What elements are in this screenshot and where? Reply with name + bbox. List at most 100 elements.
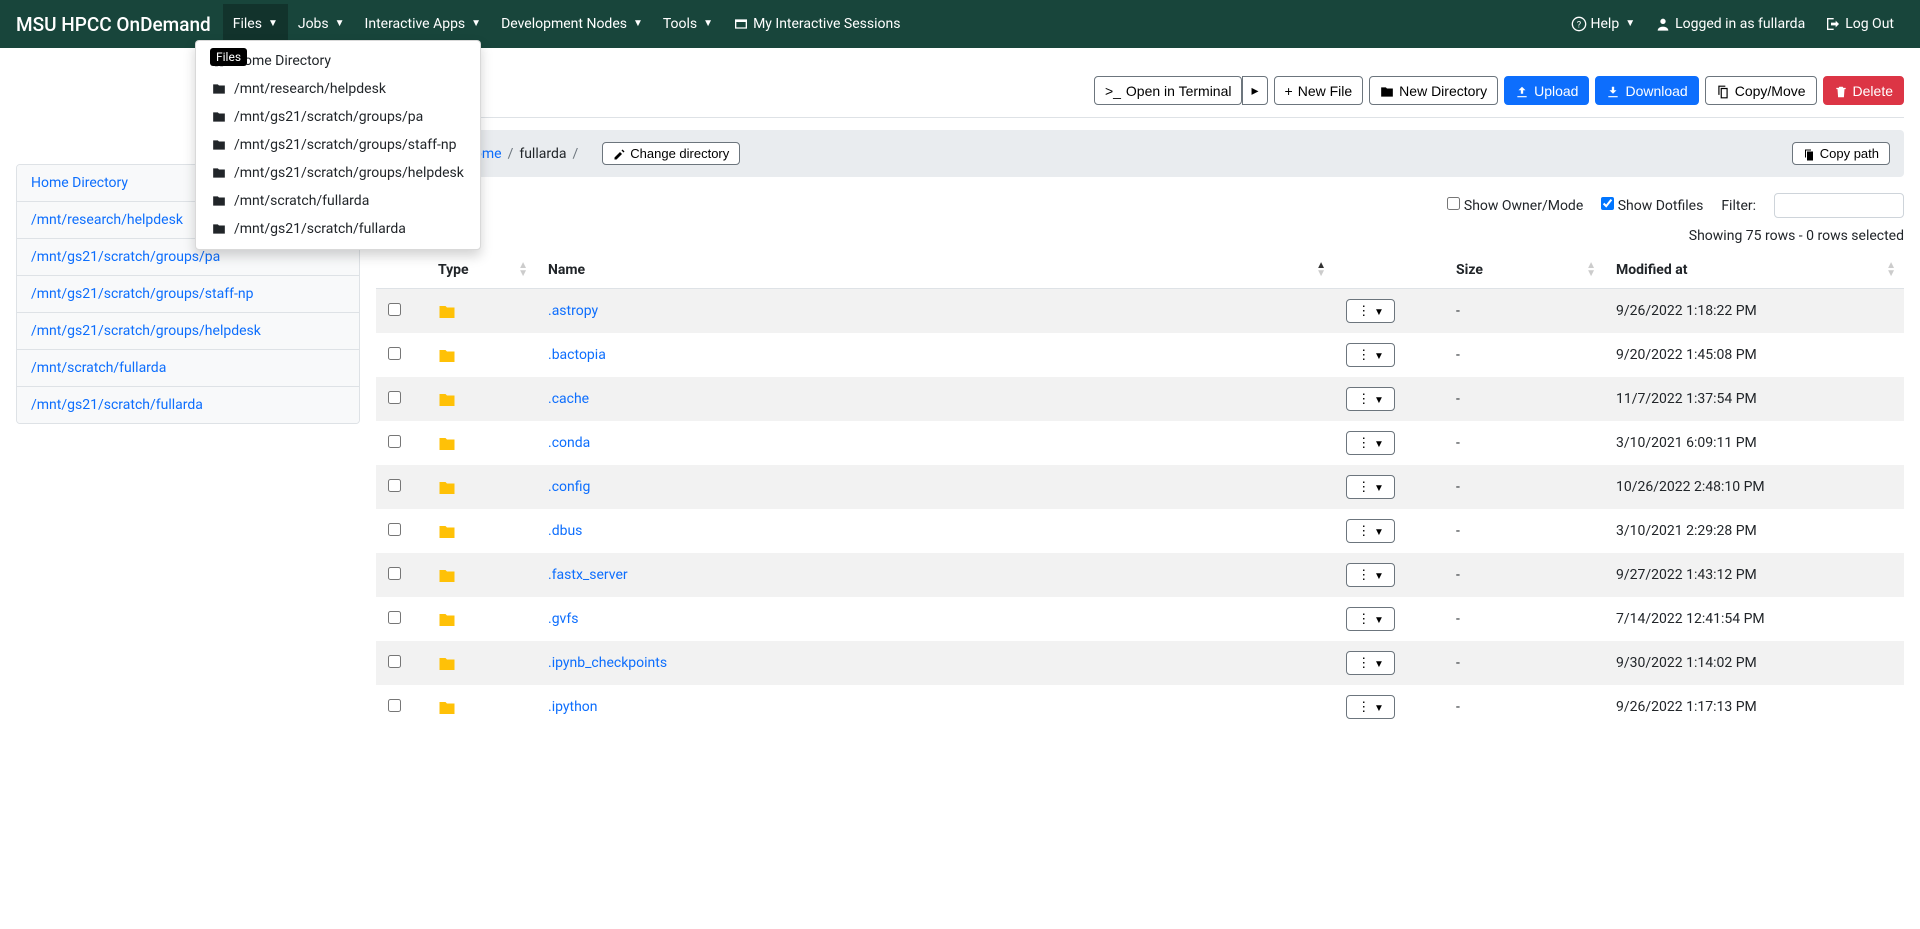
filter-label: Filter:	[1721, 198, 1756, 214]
brand[interactable]: MSU HPCC OnDemand	[16, 13, 211, 36]
dropdown-item[interactable]: /mnt/scratch/fullarda	[196, 187, 480, 215]
file-size: -	[1444, 685, 1604, 729]
row-actions-button[interactable]: ⋮ ▼	[1346, 387, 1395, 411]
row-checkbox[interactable]	[388, 435, 401, 448]
show-owner-toggle[interactable]: Show Owner/Mode	[1447, 197, 1583, 214]
dropdown-item[interactable]: /mnt/research/helpdesk	[196, 75, 480, 103]
dropdown-item[interactable]: /mnt/gs21/scratch/groups/helpdesk	[196, 159, 480, 187]
row-checkbox[interactable]	[388, 479, 401, 492]
name-header-label: Name	[548, 262, 585, 278]
logout-icon	[1825, 16, 1841, 32]
row-checkbox[interactable]	[388, 699, 401, 712]
file-modified: 9/26/2022 1:17:13 PM	[1604, 685, 1904, 729]
folder-icon	[212, 81, 226, 97]
download-button[interactable]: Download	[1595, 76, 1698, 105]
file-name-link[interactable]: .astropy	[548, 303, 598, 319]
dropdown-item[interactable]: /mnt/gs21/scratch/groups/pa	[196, 103, 480, 131]
download-label: Download	[1625, 83, 1687, 99]
dropdown-item[interactable]: /mnt/gs21/scratch/groups/staff-np	[196, 131, 480, 159]
change-directory-button[interactable]: Change directory	[602, 142, 740, 165]
folder-icon	[438, 477, 456, 496]
copy-move-button[interactable]: Copy/Move	[1705, 76, 1817, 105]
file-size: -	[1444, 597, 1604, 641]
show-dotfiles-toggle[interactable]: Show Dotfiles	[1601, 197, 1703, 214]
nav-my-interactive-sessions[interactable]: My Interactive Sessions	[723, 4, 910, 44]
nav-tools[interactable]: Tools▼	[653, 4, 723, 44]
filter-input[interactable]	[1774, 193, 1904, 218]
row-actions-button[interactable]: ⋮ ▼	[1346, 563, 1395, 587]
folder-icon	[438, 565, 456, 584]
dropdown-label: /mnt/gs21/scratch/groups/pa	[234, 109, 423, 125]
new-directory-button[interactable]: New Directory	[1369, 76, 1498, 105]
sidebar-item[interactable]: /mnt/gs21/scratch/fullarda	[17, 387, 359, 423]
caret-icon: ▼	[335, 18, 345, 29]
show-owner-checkbox[interactable]	[1447, 197, 1460, 210]
sidebar-item[interactable]: /mnt/gs21/scratch/groups/staff-np	[17, 276, 359, 313]
row-actions-button[interactable]: ⋮ ▼	[1346, 475, 1395, 499]
help-icon: ?	[1571, 16, 1587, 32]
file-name-link[interactable]: .ipynb_checkpoints	[548, 655, 667, 671]
col-type[interactable]: Type ▲▼	[426, 252, 536, 289]
nav-label: Interactive Apps	[365, 16, 466, 32]
col-name[interactable]: Name ▲▼	[536, 252, 1334, 289]
row-actions-button[interactable]: ⋮ ▼	[1346, 607, 1395, 631]
file-name-link[interactable]: .cache	[548, 391, 589, 407]
sidebar-item[interactable]: /mnt/scratch/fullarda	[17, 350, 359, 387]
row-actions-button[interactable]: ⋮ ▼	[1346, 431, 1395, 455]
nav-interactive-apps[interactable]: Interactive Apps▼	[355, 4, 492, 44]
folder-icon	[212, 109, 226, 125]
upload-label: Upload	[1534, 83, 1578, 99]
col-modified[interactable]: Modified at ▲▼	[1604, 252, 1904, 289]
open-terminal-button[interactable]: >_ Open in Terminal	[1094, 76, 1243, 105]
show-dotfiles-label: Show Dotfiles	[1618, 198, 1704, 214]
nav-label: Log Out	[1845, 16, 1894, 32]
row-checkbox[interactable]	[388, 303, 401, 316]
file-size: -	[1444, 509, 1604, 553]
nav-label: Tools	[663, 16, 697, 32]
row-checkbox[interactable]	[388, 567, 401, 580]
row-actions-button[interactable]: ⋮ ▼	[1346, 519, 1395, 543]
col-checkbox	[376, 252, 426, 289]
navbar: MSU HPCC OnDemand Files▼Jobs▼Interactive…	[0, 0, 1920, 48]
nav-log-out[interactable]: Log Out	[1815, 4, 1904, 44]
nav-logged-in-as-fullarda[interactable]: Logged in as fullarda	[1645, 4, 1815, 44]
nav-jobs[interactable]: Jobs▼	[288, 4, 355, 44]
row-actions-button[interactable]: ⋮ ▼	[1346, 651, 1395, 675]
row-checkbox[interactable]	[388, 523, 401, 536]
row-checkbox[interactable]	[388, 611, 401, 624]
type-header-label: Type	[438, 262, 469, 278]
breadcrumb-current: fullarda	[519, 146, 566, 162]
copy-path-button[interactable]: Copy path	[1792, 142, 1890, 165]
file-name-link[interactable]: .bactopia	[548, 347, 606, 363]
file-modified: 3/10/2021 2:29:28 PM	[1604, 509, 1904, 553]
file-name-link[interactable]: .ipython	[548, 699, 598, 715]
folder-icon	[438, 345, 456, 364]
file-name-link[interactable]: .fastx_server	[548, 567, 628, 583]
table-row: .config⋮ ▼-10/26/2022 2:48:10 PM	[376, 465, 1904, 509]
delete-button[interactable]: Delete	[1823, 76, 1904, 105]
row-actions-button[interactable]: ⋮ ▼	[1346, 299, 1395, 323]
plus-icon: +	[1285, 83, 1293, 99]
sidebar-item[interactable]: /mnt/gs21/scratch/groups/helpdesk	[17, 313, 359, 350]
file-name-link[interactable]: .dbus	[548, 523, 582, 539]
col-size[interactable]: Size ▲▼	[1444, 252, 1604, 289]
row-checkbox[interactable]	[388, 347, 401, 360]
row-checkbox[interactable]	[388, 391, 401, 404]
row-actions-button[interactable]: ⋮ ▼	[1346, 343, 1395, 367]
open-terminal-caret[interactable]: ▸	[1242, 76, 1267, 105]
nav-files[interactable]: Files▼	[223, 4, 288, 44]
row-checkbox[interactable]	[388, 655, 401, 668]
nav-help[interactable]: ? Help ▼	[1561, 4, 1646, 44]
file-name-link[interactable]: .conda	[548, 435, 590, 451]
file-size: -	[1444, 465, 1604, 509]
file-name-link[interactable]: .config	[548, 479, 590, 495]
row-actions-button[interactable]: ⋮ ▼	[1346, 695, 1395, 719]
show-dotfiles-checkbox[interactable]	[1601, 197, 1614, 210]
upload-button[interactable]: Upload	[1504, 76, 1589, 105]
file-name-link[interactable]: .gvfs	[548, 611, 579, 627]
new-file-button[interactable]: + New File	[1274, 76, 1364, 105]
folder-icon	[438, 301, 456, 320]
dropdown-item[interactable]: /mnt/gs21/scratch/fullarda	[196, 215, 480, 243]
nav-development-nodes[interactable]: Development Nodes▼	[491, 4, 653, 44]
file-size: -	[1444, 421, 1604, 465]
